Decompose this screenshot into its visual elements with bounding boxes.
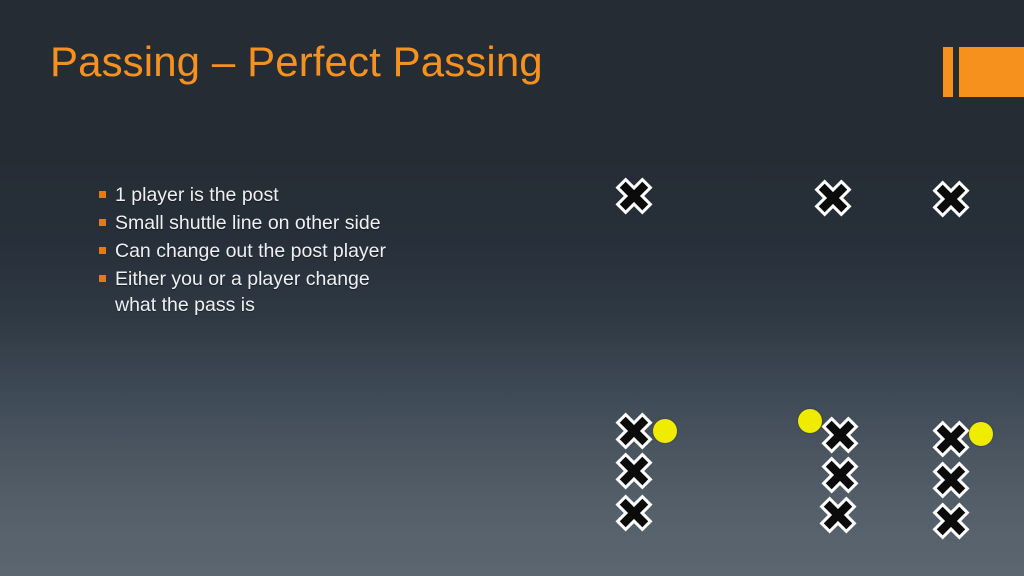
orange-corner-decoration <box>943 47 1024 97</box>
bullet-square-icon <box>99 191 106 198</box>
player-marker-shuttle <box>821 416 859 454</box>
bullet-text: 1 player is the post <box>115 184 279 206</box>
ball-icon <box>969 422 993 446</box>
player-marker-post <box>814 179 852 217</box>
bullet-text: Either you or a player change what the p… <box>115 268 370 316</box>
page-title: Passing – Perfect Passing <box>50 38 543 85</box>
player-marker-post <box>615 177 653 215</box>
bullet-square-icon <box>99 275 106 282</box>
bullet-list: 1 player is the post Small shuttle line o… <box>99 182 389 320</box>
player-marker-shuttle <box>615 494 653 532</box>
player-marker-shuttle <box>615 452 653 490</box>
player-marker-shuttle <box>615 412 653 450</box>
deco-thin-bar-shape <box>943 47 953 97</box>
slide-canvas: Passing – Perfect Passing 1 player is th… <box>0 0 1024 576</box>
bullet-list-item: 1 player is the post <box>99 182 389 208</box>
bullet-list-item: Small shuttle line on other side <box>99 210 389 236</box>
player-marker-post <box>932 180 970 218</box>
bullet-text: Can change out the post player <box>115 240 387 262</box>
deco-wide-bar-shape <box>959 47 1024 97</box>
player-marker-shuttle <box>932 502 970 540</box>
player-marker-shuttle <box>932 461 970 499</box>
ball-icon <box>798 409 822 433</box>
bullet-square-icon <box>99 247 106 254</box>
bullet-text: Small shuttle line on other side <box>115 212 381 234</box>
player-marker-shuttle <box>819 496 857 534</box>
bullet-list-item: Either you or a player change what the p… <box>99 266 389 318</box>
player-marker-shuttle <box>821 456 859 494</box>
player-marker-shuttle <box>932 420 970 458</box>
bullet-square-icon <box>99 219 106 226</box>
ball-icon <box>653 419 677 443</box>
bullet-list-item: Can change out the post player <box>99 238 389 264</box>
